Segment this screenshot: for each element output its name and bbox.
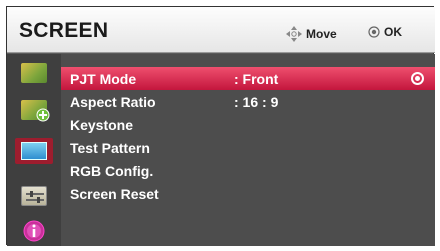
menu-item-label: Test Pattern bbox=[70, 140, 150, 156]
menu-item-value: : Front bbox=[234, 71, 279, 87]
move-hint: Move bbox=[285, 25, 337, 43]
menu-item-screen-reset[interactable]: Screen Reset bbox=[61, 182, 435, 205]
ok-button-icon bbox=[368, 26, 380, 38]
menu-item-pjt-mode[interactable]: PJT Mode : Front bbox=[61, 67, 435, 90]
menu-item-label: RGB Config. bbox=[70, 163, 154, 179]
menu-item-label: Screen Reset bbox=[70, 186, 159, 202]
menu-item-label: Aspect Ratio bbox=[70, 94, 156, 110]
navigation-arrows-icon bbox=[286, 26, 302, 42]
selected-indicator-icon bbox=[411, 72, 424, 85]
move-hint-label: Move bbox=[306, 27, 337, 41]
screen-menu-window: SCREEN Move OK PJT Mode: Front Aspect R… bbox=[6, 6, 435, 246]
menu-item-test-pattern[interactable]: Test Pattern bbox=[61, 136, 435, 159]
menu-item-keystone[interactable]: Keystone bbox=[61, 113, 435, 136]
menu-item-value: : 16 : 9 bbox=[234, 94, 279, 110]
menu-item-rgb-config[interactable]: RGB Config. bbox=[61, 159, 435, 182]
menu-item-label: Keystone bbox=[70, 117, 134, 133]
menu-title: SCREEN bbox=[19, 19, 109, 42]
menu-header: SCREEN Move OK bbox=[7, 7, 435, 53]
screen-menu-list: PJT Mode : Front Aspect Ratio : 16 : 9 K… bbox=[61, 54, 435, 246]
options-icon[interactable] bbox=[21, 186, 47, 206]
picture-settings-icon[interactable] bbox=[21, 100, 50, 122]
screen-icon[interactable] bbox=[15, 138, 53, 164]
category-sidebar bbox=[7, 54, 61, 246]
info-icon[interactable] bbox=[23, 220, 45, 242]
picture-icon[interactable] bbox=[21, 63, 47, 83]
menu-item-aspect-ratio[interactable]: Aspect Ratio : 16 : 9 bbox=[61, 90, 435, 113]
ok-hint: OK bbox=[367, 25, 402, 39]
ok-hint-label: OK bbox=[384, 25, 402, 39]
menu-item-label: PJT Mode bbox=[70, 71, 137, 87]
